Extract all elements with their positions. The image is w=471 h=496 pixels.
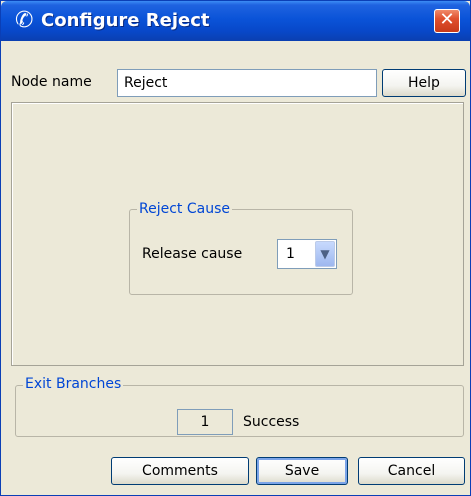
window-title: Configure Reject	[41, 10, 210, 31]
node-name-input[interactable]: Reject	[117, 69, 377, 97]
exit-branch-label: Success	[243, 414, 300, 430]
exit-branch-number: 1	[177, 409, 233, 435]
close-icon: ✕	[439, 9, 455, 30]
help-button[interactable]: Help	[382, 69, 466, 97]
release-cause-label: Release cause	[142, 246, 243, 262]
cancel-button[interactable]: Cancel	[358, 457, 465, 485]
comments-button[interactable]: Comments	[111, 457, 249, 485]
chevron-down-icon[interactable]: ▼	[315, 241, 335, 267]
release-cause-select[interactable]: 1 ▼	[277, 239, 337, 269]
configure-reject-dialog: ✆ Configure Reject ✕ Node name Reject He…	[0, 0, 471, 496]
save-button[interactable]: Save	[256, 457, 348, 485]
exit-branches-legend: Exit Branches	[23, 376, 124, 392]
handset-icon: ✆	[15, 8, 34, 33]
node-name-label: Node name	[11, 74, 92, 90]
reject-cause-legend: Reject Cause	[137, 201, 232, 217]
exit-branches-group	[15, 385, 464, 437]
title-bar[interactable]: ✆ Configure Reject ✕	[1, 1, 470, 41]
release-cause-value: 1	[286, 246, 295, 262]
close-button[interactable]: ✕	[434, 9, 460, 33]
